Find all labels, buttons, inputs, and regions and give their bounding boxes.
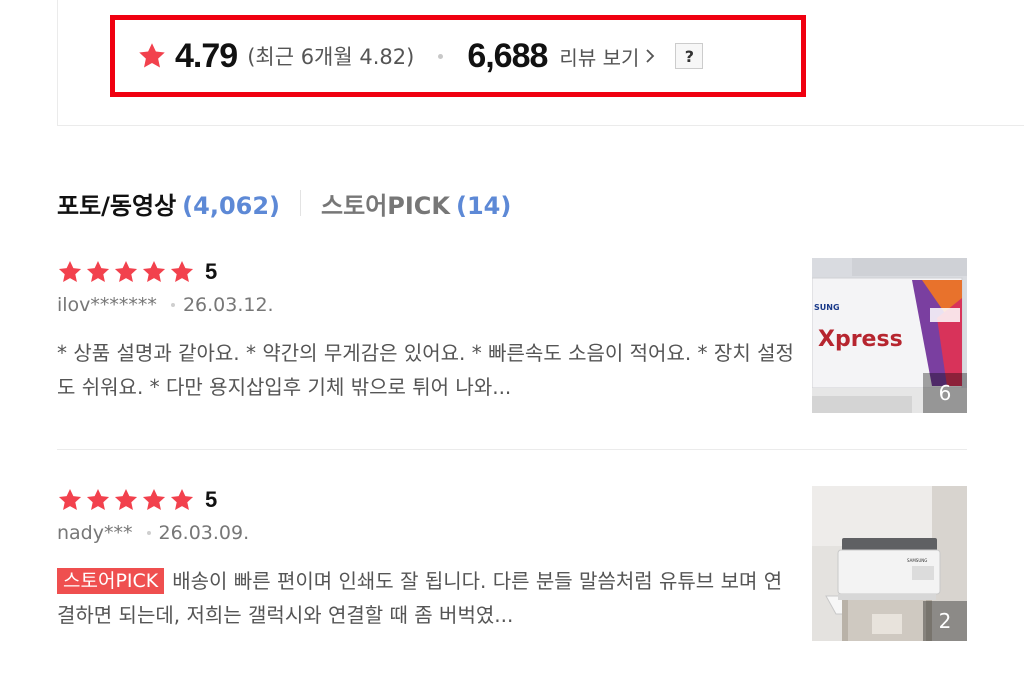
review-photo-thumbnail[interactable]: SUNG Xpress 6 <box>812 258 967 413</box>
review-date: 26.03.12. <box>182 294 274 316</box>
tab-store-pick[interactable]: 스토어PICK (14) <box>321 186 511 221</box>
svg-text:SUNG: SUNG <box>814 303 840 312</box>
review-body: 배송이 빠른 편이며 인쇄도 잘 됩니다. 다른 분들 말씀처럼 유튜브 보며 … <box>57 569 783 627</box>
view-reviews-label: 리뷰 보기 <box>559 45 640 70</box>
store-pick-badge: 스토어PICK <box>57 568 165 594</box>
separator-dot <box>438 53 444 59</box>
tab-photo-video[interactable]: 포토/동영상 (4,062) <box>57 186 280 221</box>
recent-rating: (최근 6개월 4.82) <box>247 45 415 69</box>
star-icon <box>114 488 138 510</box>
rating-stars <box>57 259 197 285</box>
tab-divider <box>300 190 302 216</box>
tab-label: 포토/동영상 <box>57 191 177 220</box>
review-item[interactable]: 5 ilov******* 26.03.12. * 상품 설명과 같아요. * … <box>57 256 967 413</box>
star-icon <box>86 488 110 510</box>
separator-dot <box>146 531 151 535</box>
photo-count: 2 <box>923 601 967 641</box>
rating-summary-box: 4.79 (최근 6개월 4.82) 6,688 리뷰 보기 ? <box>110 15 806 97</box>
review-filter-tabs: 포토/동영상 (4,062) 스토어PICK (14) <box>57 182 511 224</box>
review-score: 5 <box>205 259 218 284</box>
star-icon <box>114 260 138 282</box>
review-body: * 상품 설명과 같아요. * 약간의 무게감은 있어요. * 빠른속도 소음이… <box>57 341 794 399</box>
rating-stars <box>57 487 197 513</box>
tab-count: (14) <box>456 191 512 220</box>
review-count: 6,688 <box>467 36 548 75</box>
review-text[interactable]: * 상품 설명과 같아요. * 약간의 무게감은 있어요. * 빠른속도 소음이… <box>57 336 797 404</box>
review-photo-thumbnail[interactable]: SAMSUNG 2 <box>812 486 967 641</box>
star-icon <box>58 260 82 282</box>
chevron-right-icon <box>645 48 655 64</box>
svg-text:Xpress: Xpress <box>818 327 903 352</box>
star-icon <box>142 260 166 282</box>
review-item[interactable]: 5 nady*** 26.03.09. 스토어PICK 배송이 빠른 편이며 인쇄… <box>57 484 967 641</box>
star-icon <box>142 488 166 510</box>
star-icon <box>86 260 110 282</box>
view-reviews-link[interactable]: 리뷰 보기 <box>559 42 655 71</box>
photo-count: 6 <box>923 373 967 413</box>
svg-text:SAMSUNG: SAMSUNG <box>907 558 927 563</box>
star-icon <box>58 488 82 510</box>
tab-count: (4,062) <box>182 191 281 220</box>
star-icon <box>170 260 194 282</box>
average-rating: 4.79 <box>175 36 238 75</box>
review-date: 26.03.09. <box>158 522 250 544</box>
help-button[interactable]: ? <box>675 43 704 69</box>
review-text[interactable]: 스토어PICK 배송이 빠른 편이며 인쇄도 잘 됩니다. 다른 분들 말씀처럼 … <box>57 564 797 632</box>
review-score: 5 <box>205 487 218 512</box>
reviewer-name: ilov******* <box>57 294 157 316</box>
review-divider <box>57 449 967 450</box>
reviewer-name: nady*** <box>57 522 133 544</box>
tab-label: 스토어PICK <box>321 191 451 220</box>
star-icon <box>137 41 167 71</box>
star-icon <box>170 488 194 510</box>
separator-dot <box>170 303 175 307</box>
